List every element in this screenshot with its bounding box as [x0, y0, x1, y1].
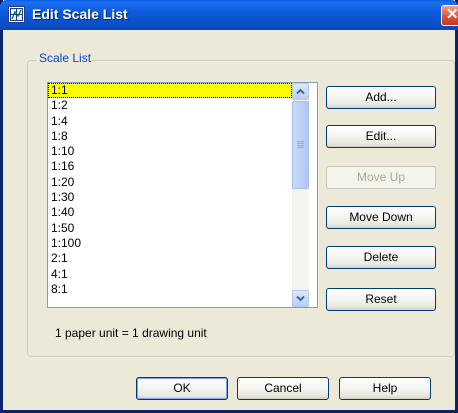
list-item[interactable]: 1:40	[48, 205, 292, 220]
grip-line	[297, 147, 304, 148]
add-button[interactable]: Add...	[326, 86, 436, 109]
vertical-scrollbar[interactable]	[292, 83, 309, 307]
edit-scale-list-dialog: Edit Scale List ✕ Scale List 1:1 1:2 1:4 1:…	[0, 0, 458, 413]
list-item[interactable]: 1:8	[48, 129, 292, 144]
cancel-button[interactable]: Cancel	[237, 377, 329, 400]
app-icon	[8, 6, 25, 23]
move-down-button[interactable]: Move Down	[326, 206, 436, 229]
list-item[interactable]: 1:16	[48, 159, 292, 174]
window-title: Edit Scale List	[32, 6, 128, 22]
list-item[interactable]: 4:1	[48, 267, 292, 282]
title-bar[interactable]: Edit Scale List ✕	[0, 0, 458, 30]
list-item[interactable]: 1:4	[48, 114, 292, 129]
scroll-thumb[interactable]	[292, 101, 309, 189]
move-up-button[interactable]: Move Up	[326, 166, 436, 189]
list-item[interactable]: 8:1	[48, 282, 292, 297]
delete-button[interactable]: Delete	[326, 246, 436, 269]
close-icon: ✕	[446, 6, 458, 23]
scroll-down-button[interactable]	[292, 290, 309, 307]
list-item[interactable]: 1:100	[48, 236, 292, 251]
chevron-up-icon	[296, 88, 305, 95]
scale-list[interactable]: 1:1 1:2 1:4 1:8 1:10 1:16 1:20 1:30 1:40 1:50 1:10…	[48, 83, 292, 297]
close-button[interactable]: ✕	[441, 5, 458, 26]
chevron-down-icon	[296, 295, 305, 302]
ok-button[interactable]: OK	[136, 377, 228, 400]
list-item[interactable]: 1:50	[48, 221, 292, 236]
list-item[interactable]: 1:20	[48, 175, 292, 190]
list-item[interactable]: 1:1	[48, 83, 292, 99]
list-item[interactable]: 1:10	[48, 144, 292, 159]
grip-line	[297, 145, 304, 146]
list-item[interactable]: 1:2	[48, 98, 292, 113]
scale-list-group-label: Scale List	[37, 51, 94, 65]
unit-ratio-text: 1 paper unit = 1 drawing unit	[55, 326, 207, 340]
grip-line	[297, 143, 304, 144]
help-button[interactable]: Help	[339, 377, 431, 400]
scroll-up-button[interactable]	[292, 83, 309, 100]
scale-listbox[interactable]: 1:1 1:2 1:4 1:8 1:10 1:16 1:20 1:30 1:40 1:50 1:10…	[47, 82, 318, 308]
list-item[interactable]: 2:1	[48, 251, 292, 266]
grip-line	[297, 141, 304, 142]
list-item[interactable]: 1:30	[48, 190, 292, 205]
edit-button[interactable]: Edit...	[326, 125, 436, 148]
reset-button[interactable]: Reset	[326, 288, 436, 311]
